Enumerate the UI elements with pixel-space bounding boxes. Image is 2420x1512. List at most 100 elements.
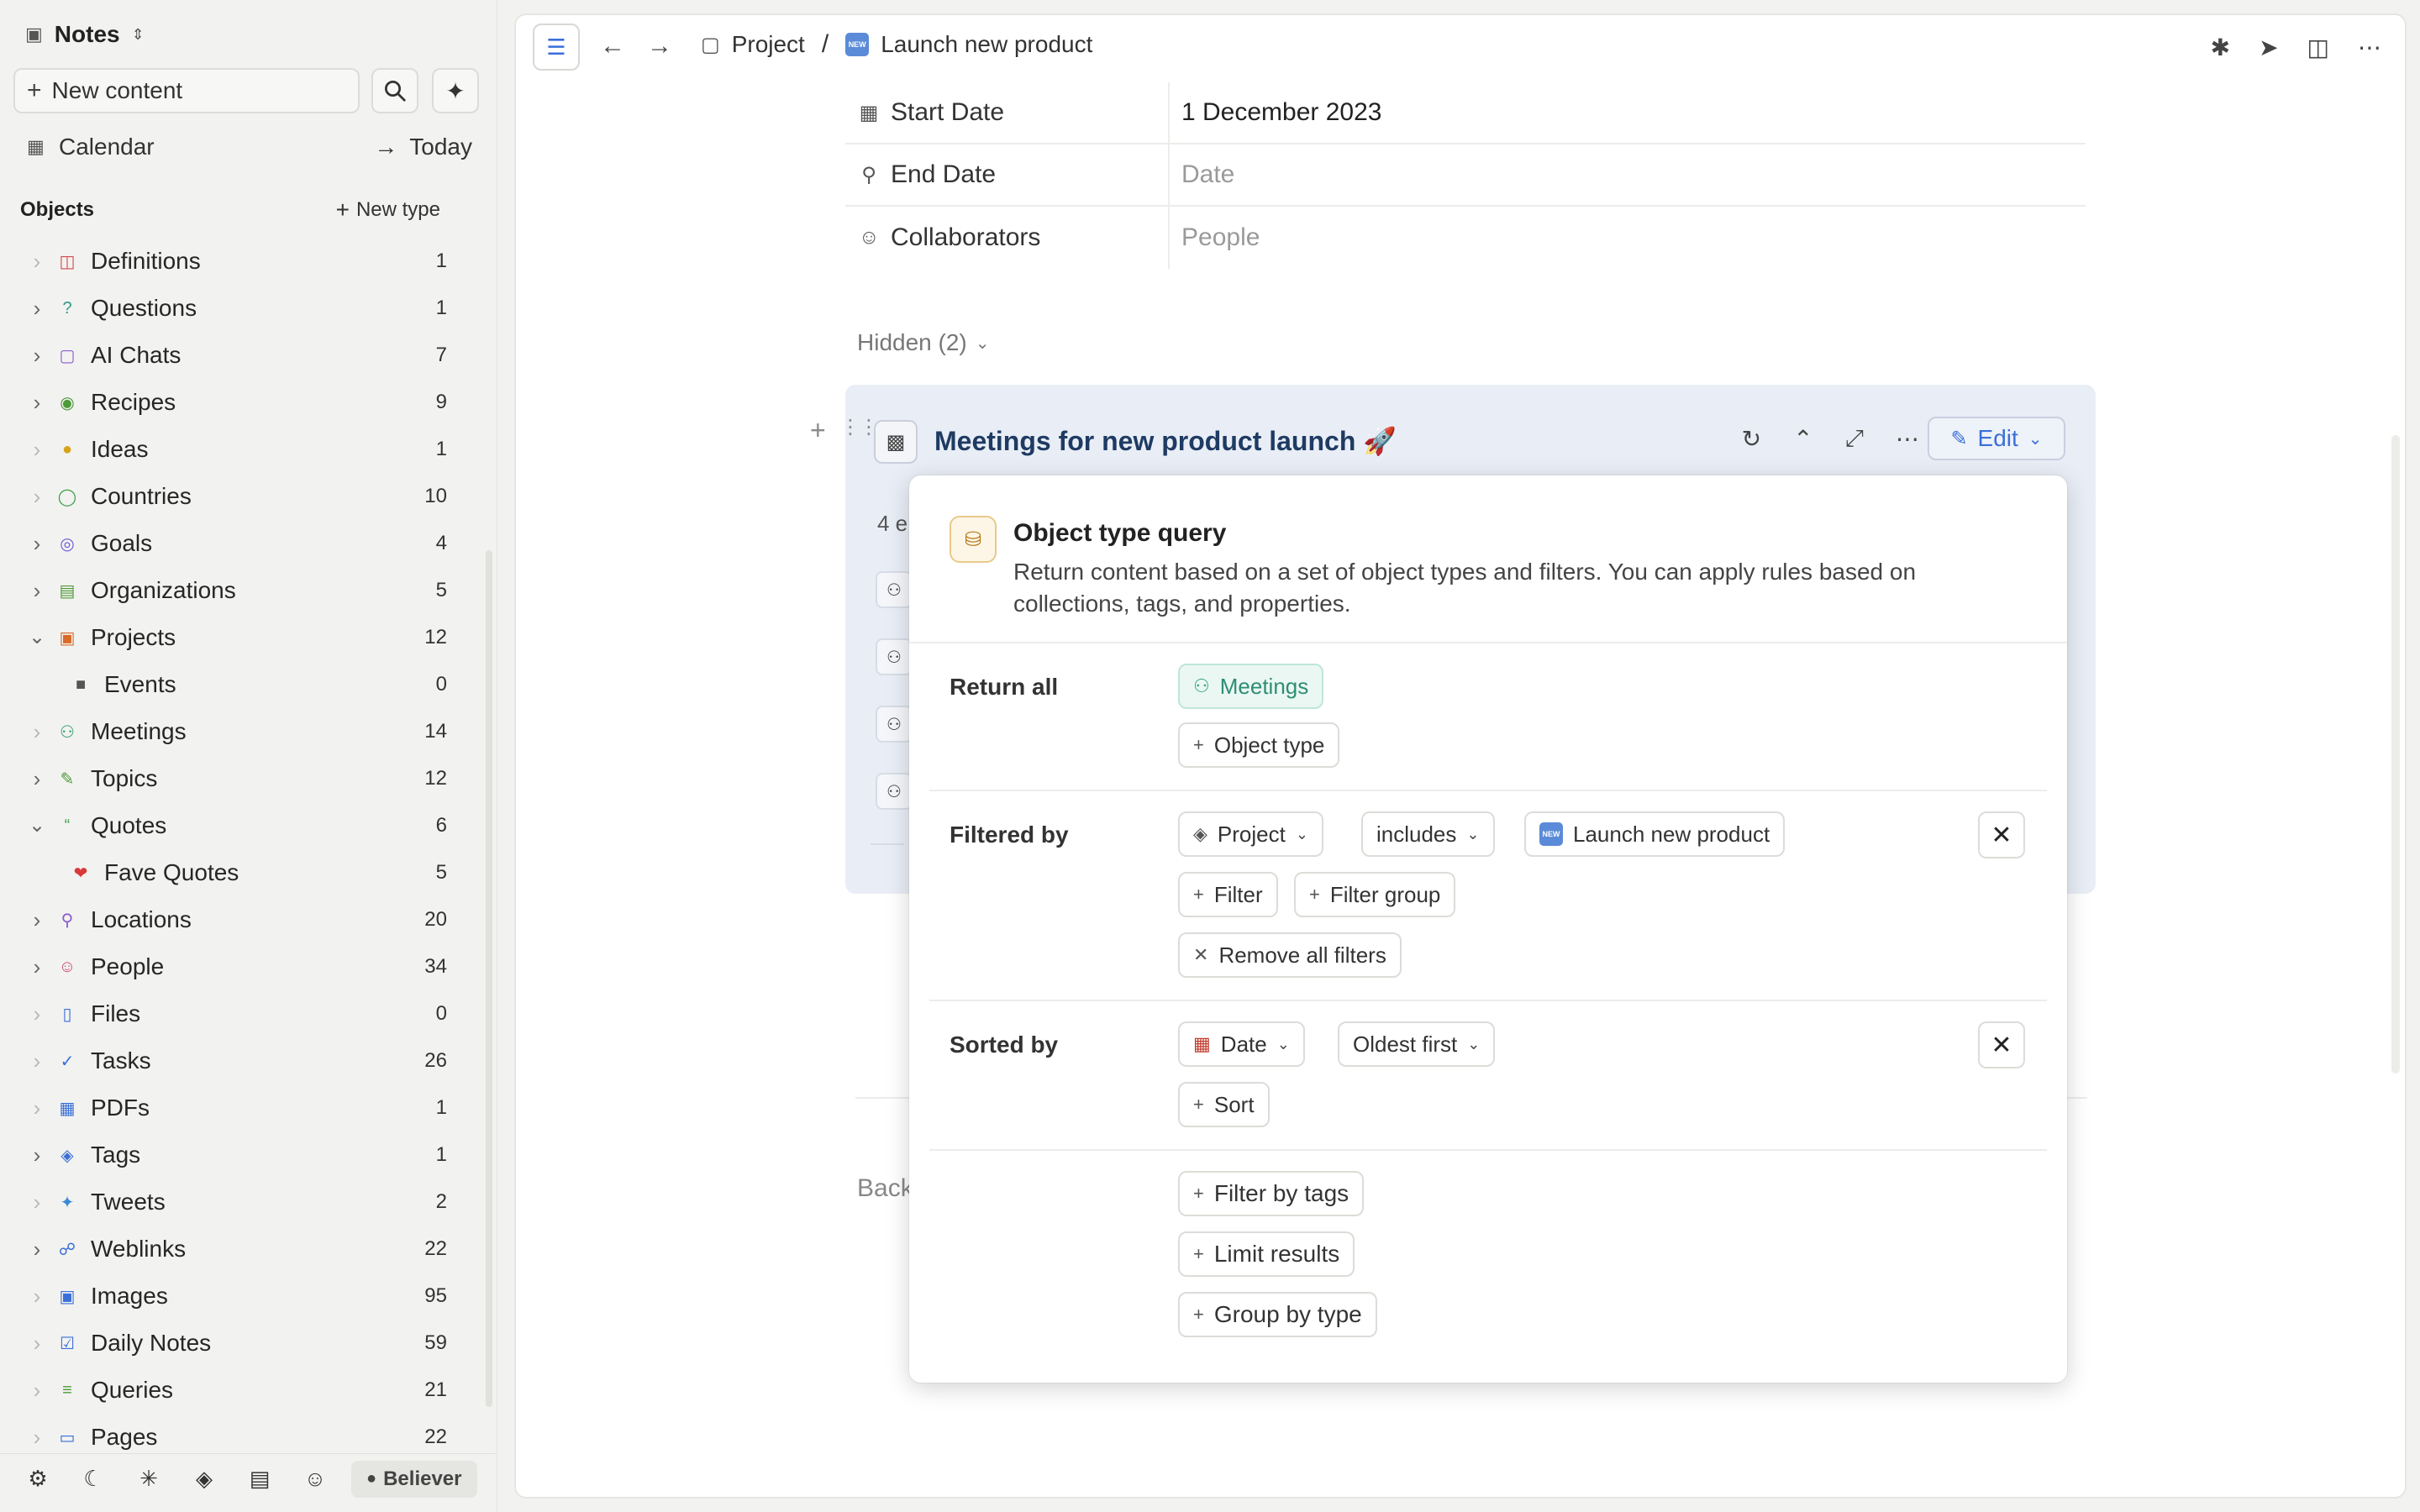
workspace-switcher[interactable]: ▣ Notes ⇕: [25, 18, 145, 50]
more-icon[interactable]: ⋯: [2358, 34, 2381, 61]
chevron-right-icon[interactable]: ›: [18, 343, 55, 369]
drag-handle-icon[interactable]: ⋮⋮: [840, 415, 879, 439]
hidden-properties-toggle[interactable]: Hidden (2) ⌄: [857, 329, 990, 356]
sidebar-item-definitions[interactable]: › ◫ Definitions 1: [0, 238, 471, 285]
property-label[interactable]: ⚲ End Date: [845, 144, 1170, 205]
chevron-right-icon[interactable]: ›: [18, 296, 55, 322]
sidebar-item-ideas[interactable]: › ● Ideas 1: [0, 426, 471, 473]
add-block-icon[interactable]: +: [810, 415, 826, 446]
expand-icon[interactable]: ⤢: [1845, 425, 1864, 453]
sidebar-item-locations[interactable]: › ⚲ Locations 20: [0, 896, 471, 943]
remove-all-filters-button[interactable]: ✕ Remove all filters: [1178, 932, 1402, 978]
sidebar-item-goals[interactable]: › ◎ Goals 4: [0, 520, 471, 567]
more-icon[interactable]: ⋯: [1896, 425, 1919, 453]
object-type-chip[interactable]: ⚇ Meetings: [1178, 664, 1324, 709]
add-object-type-button[interactable]: + Object type: [1178, 722, 1340, 768]
chevron-right-icon[interactable]: ›: [18, 1236, 55, 1263]
sort-order-select[interactable]: Oldest first ⌄: [1338, 1021, 1496, 1067]
graph-icon[interactable]: ✳: [129, 1460, 168, 1499]
chevron-right-icon[interactable]: ›: [18, 1142, 55, 1168]
add-sort-button[interactable]: + Sort: [1178, 1082, 1270, 1127]
chevron-right-icon[interactable]: ›: [18, 1048, 55, 1074]
sidebar-item-weblinks[interactable]: › ☍ Weblinks 22: [0, 1226, 471, 1273]
add-filter-button[interactable]: + Filter: [1178, 872, 1278, 917]
chevron-right-icon[interactable]: ›: [18, 1189, 55, 1215]
filter-by-tags-button[interactable]: + Filter by tags: [1178, 1171, 1365, 1216]
clear-filters-button[interactable]: ✕: [1978, 811, 2025, 858]
sidebar-item-organizations[interactable]: › ▤ Organizations 5: [0, 567, 471, 614]
sidebar-scrollbar[interactable]: [486, 550, 492, 1407]
sidebar-item-tags[interactable]: › ◈ Tags 1: [0, 1131, 471, 1179]
refresh-icon[interactable]: ↻: [1742, 425, 1761, 453]
chevron-right-icon[interactable]: ›: [18, 390, 55, 416]
sidebar-item-quotes[interactable]: ⌄ “ Quotes 6: [0, 802, 471, 849]
today-link[interactable]: → Today: [374, 134, 472, 160]
chevron-down-icon[interactable]: ⌄: [18, 627, 55, 648]
toggle-sidebar-button[interactable]: ☰: [533, 24, 580, 71]
sidebar-item-topics[interactable]: › ✎ Topics 12: [0, 755, 471, 802]
filter-operator-select[interactable]: includes ⌄: [1361, 811, 1495, 857]
calendar-row[interactable]: ▦ Calendar → Today: [27, 130, 472, 164]
breadcrumb-parent[interactable]: Project: [732, 31, 805, 58]
account-icon[interactable]: ☺: [296, 1460, 334, 1499]
settings-gear-icon[interactable]: ⚙: [18, 1460, 57, 1499]
sidebar-item-fave-quotes[interactable]: ›❤Fave Quotes5: [0, 849, 471, 896]
chevron-right-icon[interactable]: ›: [18, 766, 55, 792]
chevron-right-icon[interactable]: ›: [18, 907, 55, 933]
chevron-right-icon[interactable]: ›: [18, 1425, 55, 1451]
split-panel-icon[interactable]: ◫: [2307, 34, 2329, 61]
chevron-right-icon[interactable]: ›: [18, 719, 55, 745]
sidebar-item-tweets[interactable]: › ✦ Tweets 2: [0, 1179, 471, 1226]
filter-property-select[interactable]: ◈ Project ⌄: [1178, 811, 1323, 857]
sidebar-item-ai-chats[interactable]: › ▢ AI Chats 7: [0, 332, 471, 379]
property-label[interactable]: ☺ Collaborators: [845, 207, 1170, 269]
sidebar-item-images[interactable]: › ▣ Images 95: [0, 1273, 471, 1320]
chevron-right-icon[interactable]: ›: [18, 1378, 55, 1404]
sidebar-item-queries[interactable]: › ≡ Queries 21: [0, 1367, 471, 1414]
chevron-right-icon[interactable]: ›: [18, 1284, 55, 1310]
chevron-right-icon[interactable]: ›: [18, 531, 55, 557]
property-value[interactable]: People: [1170, 207, 2086, 269]
main-scrollbar[interactable]: [2391, 435, 2400, 1074]
add-filter-group-button[interactable]: + Filter group: [1294, 872, 1456, 917]
chevron-right-icon[interactable]: ›: [18, 1001, 55, 1027]
new-type-button[interactable]: + New type: [336, 197, 440, 223]
sidebar-item-meetings[interactable]: › ⚇ Meetings 14: [0, 708, 471, 755]
sort-property-select[interactable]: ▦ Date ⌄: [1178, 1021, 1305, 1067]
ai-sparkle-button[interactable]: ✦: [432, 68, 479, 113]
property-value[interactable]: 1 December 2023: [1170, 82, 2086, 143]
chevron-right-icon[interactable]: ›: [18, 578, 55, 604]
chevron-right-icon[interactable]: ›: [18, 1095, 55, 1121]
clear-sort-button[interactable]: ✕: [1978, 1021, 2025, 1068]
edit-query-button[interactable]: ✎ Edit ⌄: [1928, 417, 2065, 460]
chevron-right-icon[interactable]: ›: [18, 484, 55, 510]
sidebar-item-people[interactable]: › ☺ People 34: [0, 943, 471, 990]
limit-results-button[interactable]: + Limit results: [1178, 1231, 1355, 1277]
sidebar-item-questions[interactable]: ›? Questions 1: [0, 285, 471, 332]
new-content-button[interactable]: + New content: [13, 68, 360, 113]
pin-icon[interactable]: ➤: [2259, 34, 2278, 61]
collapse-icon[interactable]: ⌃: [1793, 425, 1812, 453]
sidebar-item-pdfs[interactable]: › ▦ PDFs 1: [0, 1084, 471, 1131]
forward-arrow-icon[interactable]: →: [647, 32, 672, 60]
sidebar-item-files[interactable]: › ▯ Files 0: [0, 990, 471, 1037]
filter-value-chip[interactable]: NEW Launch new product: [1524, 811, 1786, 857]
chevron-down-icon[interactable]: ⌄: [18, 816, 55, 836]
graduation-cap-icon[interactable]: ◈: [185, 1460, 224, 1499]
sidebar-item-countries[interactable]: › ◯ Countries 10: [0, 473, 471, 520]
search-button[interactable]: [371, 68, 418, 113]
sidebar-item-events[interactable]: ›■Events0: [0, 661, 471, 708]
sidebar-item-recipes[interactable]: › ◉ Recipes 9: [0, 379, 471, 426]
sidebar-item-tasks[interactable]: › ✓ Tasks 26: [0, 1037, 471, 1084]
graph-view-icon[interactable]: ✱: [2211, 34, 2230, 61]
chevron-right-icon[interactable]: ›: [18, 437, 55, 463]
sidebar-item-daily-notes[interactable]: › ☑ Daily Notes 59: [0, 1320, 471, 1367]
plan-badge[interactable]: ● Believer: [351, 1460, 477, 1498]
sidebar-item-projects[interactable]: ⌄ ▣ Projects 12: [0, 614, 471, 661]
query-title[interactable]: Meetings for new product launch 🚀: [934, 425, 1397, 457]
property-label[interactable]: ▦ Start Date: [845, 82, 1170, 143]
chevron-right-icon[interactable]: ›: [18, 249, 55, 275]
chevron-right-icon[interactable]: ›: [18, 954, 55, 980]
group-by-type-button[interactable]: + Group by type: [1178, 1292, 1377, 1337]
moon-icon[interactable]: ☾: [74, 1460, 113, 1499]
